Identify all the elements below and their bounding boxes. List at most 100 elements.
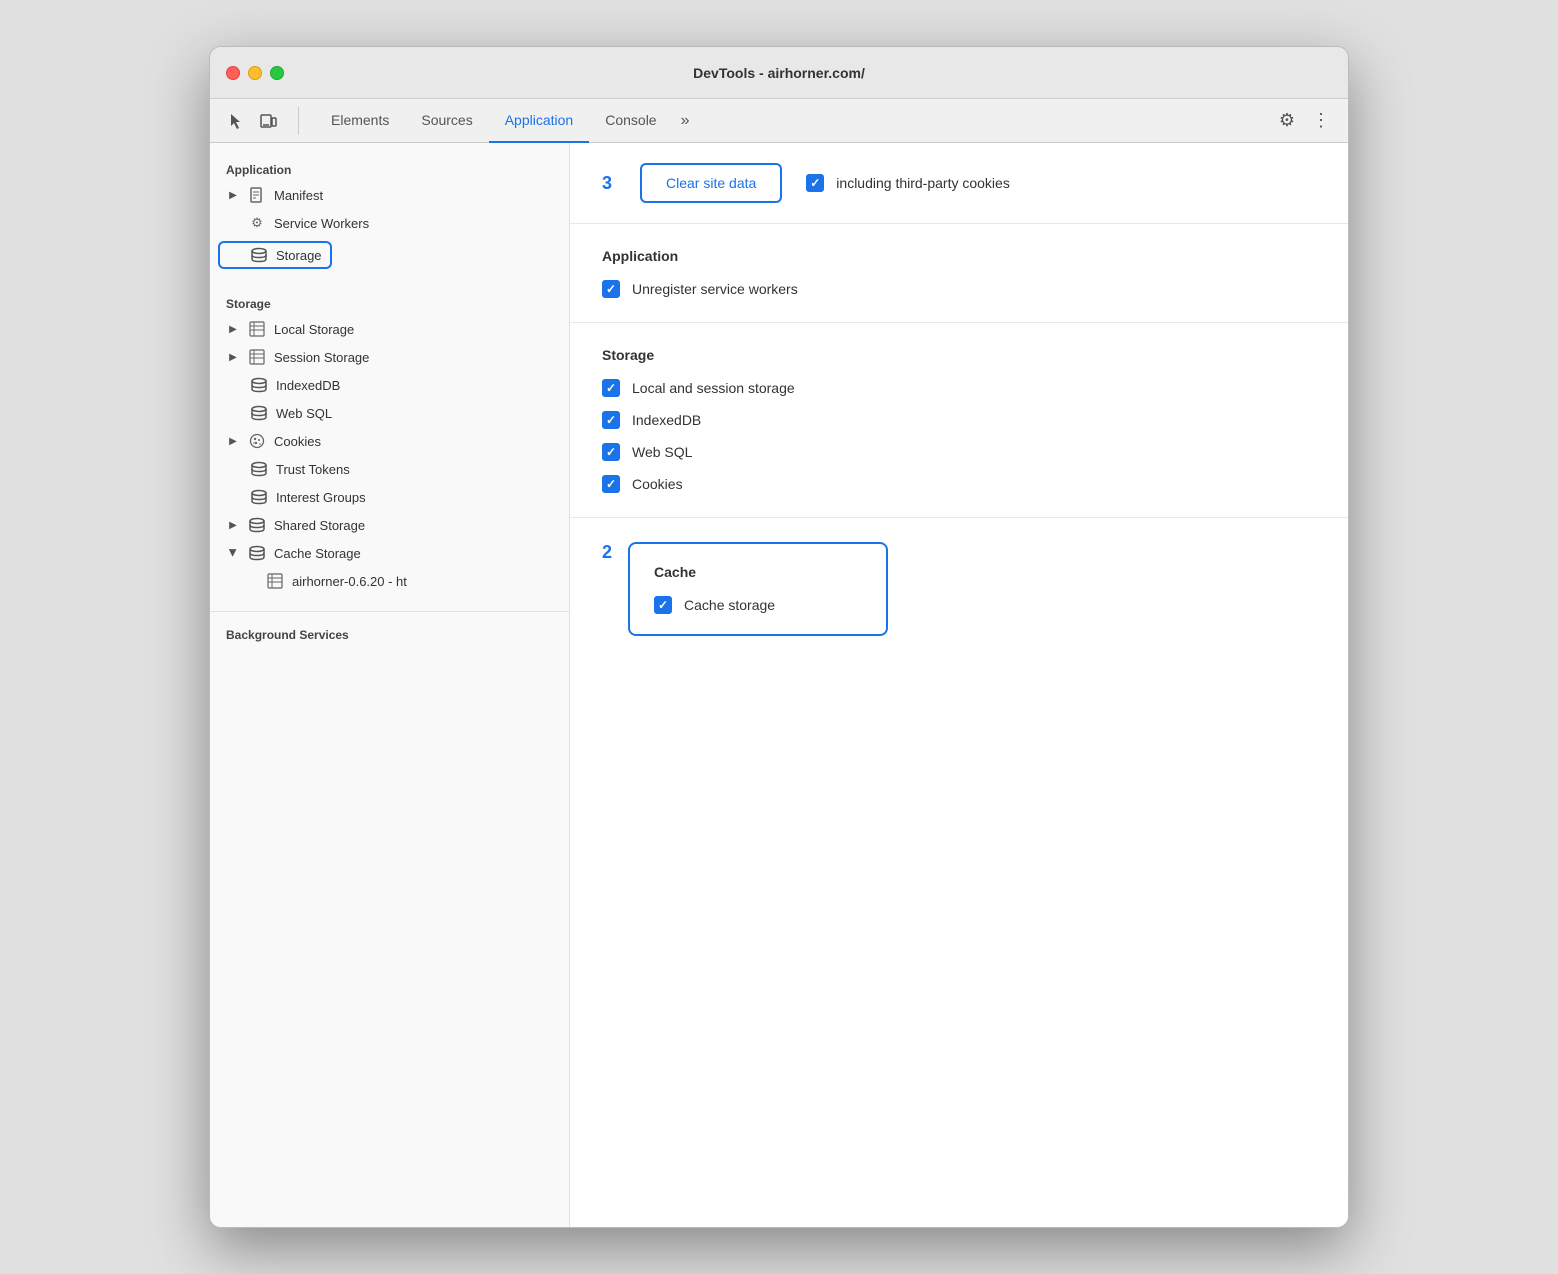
session-storage-arrow: ▶ [226,350,240,364]
indexeddb-checkbox[interactable] [602,411,620,429]
tab-more[interactable]: » [673,99,698,143]
local-session-checkbox[interactable] [602,379,620,397]
cache-storage-row: Cache storage [654,596,862,614]
cache-storage-checkbox[interactable] [654,596,672,614]
manifest-arrow: ▶ [226,188,240,202]
cookies-label: Cookies [632,476,683,492]
cache-storage-arrow: ▶ [226,546,240,560]
sidebar-item-interest-groups[interactable]: Interest Groups [210,483,569,511]
cache-item-icon [266,572,284,590]
cache-storage-label: Cache storage [684,597,775,613]
tabs: Elements Sources Application Console » [315,99,1272,143]
clear-site-button[interactable]: Clear site data [640,163,782,203]
cache-checkbox-list: Cache storage [654,596,862,614]
unregister-sw-row: Unregister service workers [602,280,1316,298]
step3-label: 3 [602,173,612,194]
sidebar-item-cache-storage[interactable]: ▶ Cache Storage [210,539,569,567]
maximize-button[interactable] [270,66,284,80]
sidebar-item-cache-item[interactable]: airhorner-0.6.20 - ht [210,567,569,595]
cache-storage-label: Cache Storage [274,546,361,561]
storage-icon [250,246,268,264]
third-party-checkbox[interactable] [806,174,824,192]
web-sql-label: Web SQL [632,444,692,460]
sidebar-item-cookies[interactable]: ▶ Cookies [210,427,569,455]
right-panel: 3 Clear site data including third-party … [570,143,1348,1227]
local-session-label: Local and session storage [632,380,795,396]
panel-storage-section: Storage Local and session storage Indexe… [570,323,1348,518]
tab-bar-actions: ⚙ ⋮ [1272,106,1336,136]
tab-elements[interactable]: Elements [315,99,405,143]
devtools-window: DevTools - airhorner.com/ Elements [209,46,1349,1228]
service-workers-icon: ⚙ [248,214,266,232]
cookies-arrow: ▶ [226,434,240,448]
sidebar-item-manifest[interactable]: ▶ Manifest [210,181,569,209]
sidebar-item-service-workers[interactable]: ▶ ⚙ Service Workers [210,209,569,237]
window-title: DevTools - airhorner.com/ [693,65,865,81]
sidebar-item-session-storage[interactable]: ▶ Session Storage [210,343,569,371]
more-options-icon[interactable]: ⋮ [1306,106,1336,136]
cache-storage-icon [248,544,266,562]
tab-icons [222,107,299,135]
web-sql-label: Web SQL [276,406,332,421]
service-workers-label: Service Workers [274,216,369,231]
manifest-label: Manifest [274,188,323,203]
session-storage-label: Session Storage [274,350,369,365]
sidebar-item-storage[interactable]: ▶ Storage [218,241,332,269]
tab-sources[interactable]: Sources [405,99,488,143]
main-content: Application ▶ Manifest ▶ ⚙ Serv [210,143,1348,1227]
third-party-label: including third-party cookies [836,175,1010,191]
sidebar-section-application: Application [210,155,569,181]
trust-tokens-icon [250,460,268,478]
cookies-checkbox[interactable] [602,475,620,493]
unregister-sw-checkbox[interactable] [602,280,620,298]
cache-section-box: Cache Cache storage [628,542,888,636]
cursor-icon[interactable] [222,107,250,135]
settings-icon[interactable]: ⚙ [1272,106,1302,136]
cache-section-inner: 2 Cache Cache storage [602,542,1316,636]
cookies-row: Cookies [602,475,1316,493]
tab-application[interactable]: Application [489,99,590,143]
cookies-icon [248,432,266,450]
sidebar: Application ▶ Manifest ▶ ⚙ Serv [210,143,570,1227]
storage-label: Storage [276,248,322,263]
panel-cache-section: 2 Cache Cache storage [570,518,1348,660]
indexeddb-icon [250,376,268,394]
storage-checkbox-list: Local and session storage IndexedDB Web … [602,379,1316,493]
cookies-label: Cookies [274,434,321,449]
web-sql-icon [250,404,268,422]
interest-groups-icon [250,488,268,506]
sidebar-item-shared-storage[interactable]: ▶ Shared Storage [210,511,569,539]
device-icon[interactable] [254,107,282,135]
trust-tokens-label: Trust Tokens [276,462,350,477]
sidebar-item-web-sql[interactable]: Web SQL [210,399,569,427]
sidebar-item-indexeddb[interactable]: IndexedDB [210,371,569,399]
cache-item-label: airhorner-0.6.20 - ht [292,574,407,589]
indexeddb-label: IndexedDB [276,378,340,393]
background-section-divider [210,611,569,620]
interest-groups-label: Interest Groups [276,490,366,505]
session-storage-icon [248,348,266,366]
local-session-row: Local and session storage [602,379,1316,397]
tab-bar: Elements Sources Application Console » ⚙… [210,99,1348,143]
shared-storage-arrow: ▶ [226,518,240,532]
app-checkbox-list: Unregister service workers [602,280,1316,298]
storage-section-heading: Storage [602,347,1316,363]
sidebar-item-trust-tokens[interactable]: Trust Tokens [210,455,569,483]
manifest-icon [248,186,266,204]
sidebar-item-local-storage[interactable]: ▶ Local Storage [210,315,569,343]
cache-section-heading: Cache [654,564,862,580]
tab-console[interactable]: Console [589,99,672,143]
panel-application-section: Application Unregister service workers [570,224,1348,323]
unregister-sw-label: Unregister service workers [632,281,798,297]
clear-site-row: 3 Clear site data including third-party … [570,143,1348,224]
storage-item-wrapper: ▶ Storage [210,237,569,273]
close-button[interactable] [226,66,240,80]
local-storage-arrow: ▶ [226,322,240,336]
traffic-lights [226,66,284,80]
web-sql-checkbox[interactable] [602,443,620,461]
indexeddb-row: IndexedDB [602,411,1316,429]
local-storage-icon [248,320,266,338]
sidebar-section-storage: Storage [210,289,569,315]
indexeddb-label: IndexedDB [632,412,701,428]
minimize-button[interactable] [248,66,262,80]
